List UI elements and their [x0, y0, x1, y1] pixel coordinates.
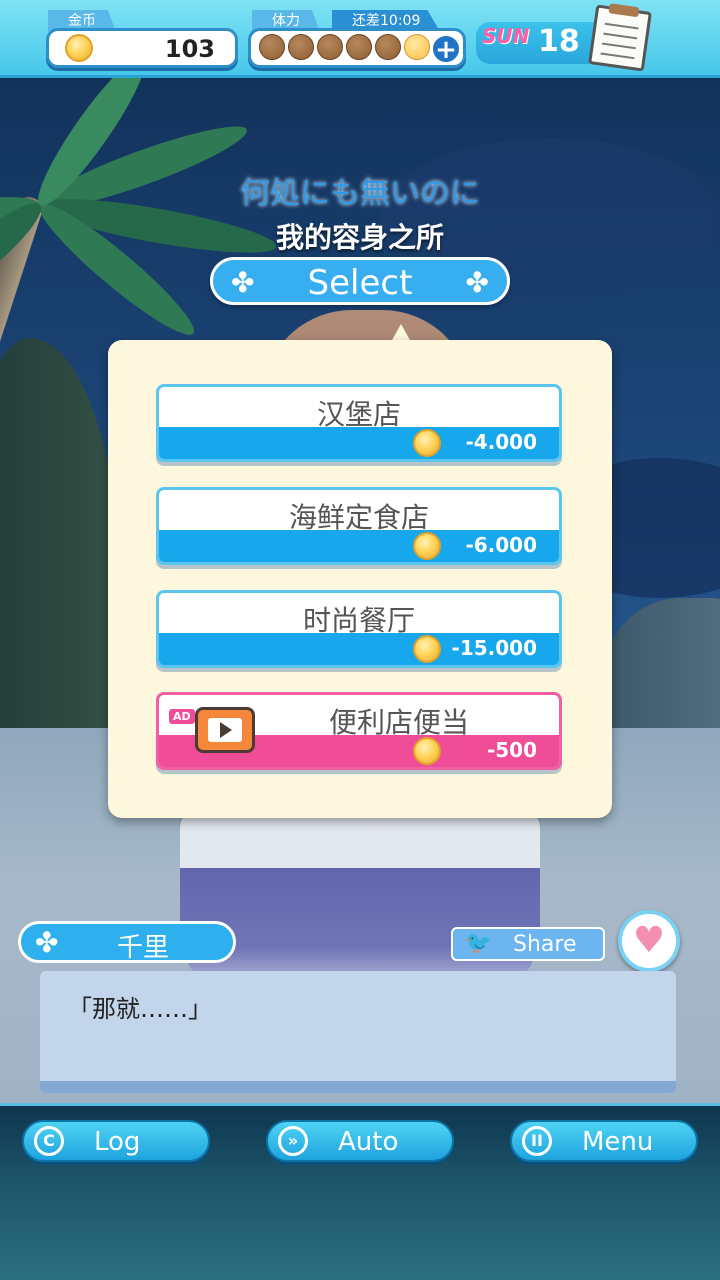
dialogue-box[interactable]: 「那就……」: [40, 971, 676, 1093]
dialogue-text: 「那就……」: [68, 995, 212, 1023]
clover-icon: ✤: [465, 266, 489, 299]
log-icon: C: [34, 1126, 64, 1156]
option-price: -6.000: [465, 533, 537, 557]
auto-button[interactable]: » Auto: [266, 1120, 454, 1162]
stamina-empty-icon: [317, 34, 343, 60]
clover-icon: ✤: [35, 926, 59, 959]
pause-icon: II: [522, 1126, 552, 1156]
coin-icon: [413, 532, 441, 560]
fast-forward-icon: »: [278, 1126, 308, 1156]
option-seafood-shop[interactable]: 海鲜定食店 -6.000: [156, 487, 562, 565]
option-price: -500: [486, 738, 537, 762]
share-label: Share: [513, 932, 577, 957]
add-stamina-button[interactable]: +: [431, 34, 461, 64]
ad-badge: AD: [169, 709, 195, 724]
day-number: 18: [538, 24, 580, 59]
menu-button[interactable]: II Menu: [510, 1120, 698, 1162]
day-name: SUN: [482, 24, 530, 48]
share-button[interactable]: 🐦 Share: [451, 927, 605, 961]
option-price-bar: -15.000: [159, 633, 559, 665]
coin-icon: [413, 429, 441, 457]
stamina-full-icon: [404, 34, 430, 60]
video-ad-icon: [195, 707, 255, 753]
stamina-meter: [259, 34, 433, 64]
stamina-empty-icon: [288, 34, 314, 60]
control-bar: C Log » Auto II Menu: [0, 1103, 720, 1280]
twitter-bird-icon: 🐦: [465, 931, 493, 956]
coin-icon: [413, 635, 441, 663]
option-price: -4.000: [465, 430, 537, 454]
coin-icon: [413, 737, 441, 765]
select-title: Select: [307, 263, 413, 303]
auto-label: Auto: [338, 1127, 399, 1157]
option-hamburger-shop[interactable]: 汉堡店 -4.000: [156, 384, 562, 462]
choice-panel: 汉堡店 -4.000 海鲜定食店 -6.000 时尚餐厅 -15.000 便利店…: [108, 340, 612, 818]
status-bar: 金币 103 体力 还差10:09 + SUN 18: [0, 0, 720, 78]
stamina-empty-icon: [346, 34, 372, 60]
option-price: -15.000: [451, 636, 537, 660]
log-button[interactable]: C Log: [22, 1120, 210, 1162]
option-convenience-bento-ad[interactable]: 便利店便当 -500 AD: [156, 692, 562, 770]
gold-value: 103: [164, 35, 215, 63]
coin-icon: [65, 34, 93, 62]
log-label: Log: [94, 1127, 141, 1157]
stamina-empty-icon: [259, 34, 285, 60]
speaker-name: 千里: [117, 933, 170, 963]
option-price-bar: -6.000: [159, 530, 559, 562]
speaker-nameplate: ✤ 千里: [18, 921, 236, 963]
notebook-icon[interactable]: [588, 3, 652, 72]
option-fashion-restaurant[interactable]: 时尚餐厅 -15.000: [156, 590, 562, 668]
heart-icon: ♥: [632, 920, 666, 961]
lyric-line-1: 何処にも無いのに: [240, 176, 480, 211]
option-price-bar: -4.000: [159, 427, 559, 459]
select-header: ✤ Select ✤: [210, 257, 510, 305]
heart-button[interactable]: ♥: [618, 910, 680, 972]
gold-display: 103: [46, 28, 238, 68]
menu-label: Menu: [582, 1127, 654, 1157]
stamina-display: +: [248, 28, 466, 68]
lyric-line-2: 我的容身之所: [275, 221, 444, 254]
stamina-empty-icon: [375, 34, 401, 60]
